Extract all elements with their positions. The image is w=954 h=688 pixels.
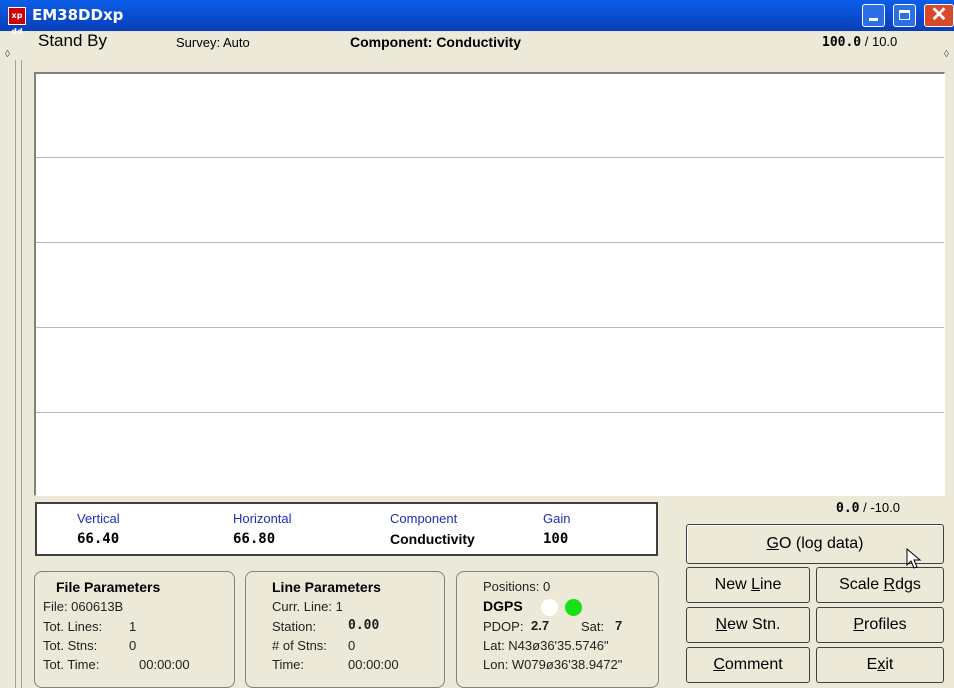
exit-label: Exit [866,656,894,673]
station-value: 0.00 [348,618,380,633]
mode-status: Stand By [38,31,107,50]
line-parameters-title: Line Parameters [272,579,381,595]
left-frame-line [21,60,22,688]
readings-panel: Vertical 66.40 Horizontal 66.80 Componen… [35,502,658,556]
latitude: Lat: N43ø36'35.5746" [483,638,609,653]
component-value: Conductivity [390,531,475,547]
scale-top-value: 100.0 [822,35,862,50]
scale-rdgs-label: Scale Rdgs [839,576,921,593]
new-line-button[interactable]: New Line [686,567,810,603]
sat-label: Sat: [581,619,605,634]
scale-top-min: / 10.0 [861,34,898,49]
new-stn-label: New Stn. [715,616,781,633]
gain-value: 100 [543,531,569,547]
file-parameters-title: File Parameters [56,579,161,595]
dgps-label: DGPS [483,598,523,614]
gps-panel: Positions: 0 DGPS PDOP: 2.7 Sat: 7 Lat: … [456,571,659,688]
scale-bottom-value: 0.0 [836,501,860,516]
tot-stns-value: 0 [129,638,137,653]
gain-label: Gain [543,511,571,526]
num-stns-value: 0 [348,638,356,653]
gridline [36,157,944,158]
tot-lines-value: 1 [129,619,137,634]
close-icon[interactable]: ✕ [924,4,954,27]
file-name: File: 060613B [43,599,124,614]
mouse-cursor-icon [906,548,922,569]
gps-status-indicator [541,599,558,616]
component-label: Component [390,511,458,526]
line-time-value: 00:00:00 [348,657,399,672]
scale-bottom-min: / -10.0 [859,500,900,515]
exit-button[interactable]: Exit [816,647,944,683]
scale-bottom: 0.0 / -10.0 [836,500,900,518]
new-stn-button[interactable]: New Stn. [686,607,810,643]
tot-time-label: Tot. Time: [43,657,100,672]
sat-value: 7 [615,618,623,633]
left-slider-handle-icon[interactable]: ◊ [5,49,10,60]
tot-stns-label: Tot. Stns: [43,638,98,653]
go-button-mnemonic: G [766,535,779,552]
vertical-label: Vertical [77,511,120,526]
file-parameters-panel: File Parameters File: 060613B Tot. Lines… [34,571,235,688]
line-parameters-panel: Line Parameters Curr. Line: 1 Station: 0… [245,571,445,688]
survey-mode: Survey: Auto [176,35,250,50]
vertical-value: 66.40 [77,531,120,547]
dgps-status-indicator [565,599,582,616]
component-status: Component: Conductivity [350,34,522,50]
right-slider-handle-icon[interactable]: ◊ [944,49,949,60]
profiles-button[interactable]: Profiles [816,607,944,643]
profiles-label: Profiles [853,616,907,633]
positions-count: Positions: 0 [483,579,551,594]
minimize-icon[interactable] [862,4,885,27]
horizontal-label: Horizontal [233,511,292,526]
new-line-label: New Line [714,576,782,593]
gridline [36,327,944,328]
scale-top: 100.0 / 10.0 [822,34,897,52]
station-label: Station: [272,619,317,634]
line-time-label: Time: [272,657,305,672]
tot-time-value: 00:00:00 [139,657,190,672]
pdop-value: 2.7 [531,618,550,633]
title-bar[interactable]: xp dd EM38DDxp ✕ [0,0,954,36]
gridline [36,242,944,243]
horizontal-value: 66.80 [233,531,276,547]
go-button-label: O (log data) [778,535,864,552]
longitude: Lon: W079ø36'38.9472" [483,657,623,672]
scale-rdgs-button[interactable]: Scale Rdgs [816,567,944,603]
pdop-label: PDOP: [483,619,524,634]
tot-lines-label: Tot. Lines: [43,619,103,634]
comment-label: Comment [713,656,783,673]
app-icon[interactable]: xp dd [8,7,26,36]
gridline [36,412,944,413]
left-slider-track[interactable] [15,60,16,688]
num-stns-label: # of Stns: [272,638,327,653]
profile-plot [34,72,945,496]
comment-button[interactable]: Comment [686,647,810,683]
curr-line: Curr. Line: 1 [272,599,343,614]
window-title: EM38DDxp [32,6,124,24]
maximize-icon[interactable] [893,4,916,27]
